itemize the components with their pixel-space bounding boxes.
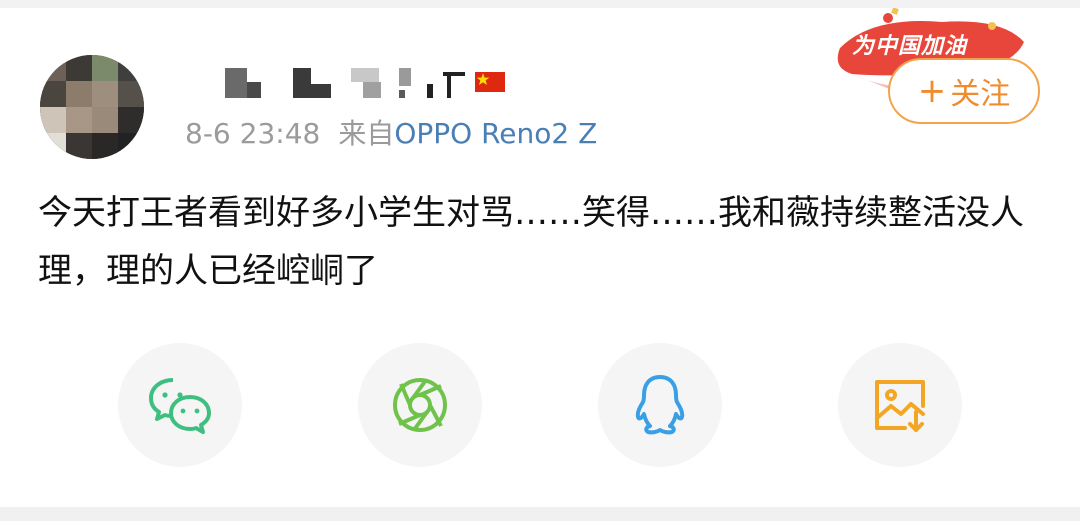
share-wechat-button[interactable]: [118, 343, 242, 467]
author-name[interactable]: [185, 62, 525, 102]
avatar[interactable]: [40, 55, 144, 159]
top-divider: [0, 0, 1080, 8]
post-meta: 8-6 23:48 来自OPPO Reno2 Z: [185, 112, 597, 156]
china-flag-icon: [475, 72, 505, 92]
bottom-divider: [0, 507, 1080, 521]
follow-label: 关注: [950, 77, 1011, 112]
name-redaction: [225, 68, 247, 98]
follow-button[interactable]: + 关注: [888, 58, 1040, 124]
share-save-image-button[interactable]: [838, 343, 962, 467]
share-moments-button[interactable]: [358, 343, 482, 467]
cheer-badge-text: 为中国加油: [852, 34, 968, 59]
post-body: 今天打王者看到好多小学生对骂……笑得……我和薇持续整活没人理，理的人已经崆峒了: [38, 193, 1024, 291]
wechat-icon: [149, 378, 211, 434]
qq-icon: [635, 375, 685, 435]
plus-icon: +: [917, 71, 947, 111]
save-image-icon: [875, 380, 925, 432]
share-qq-button[interactable]: [598, 343, 722, 467]
source-device-link[interactable]: OPPO Reno2 Z: [394, 117, 597, 150]
post-time: 8-6 23:48: [185, 117, 321, 150]
source-prefix: 来自: [338, 117, 395, 150]
moments-icon: [393, 378, 447, 432]
